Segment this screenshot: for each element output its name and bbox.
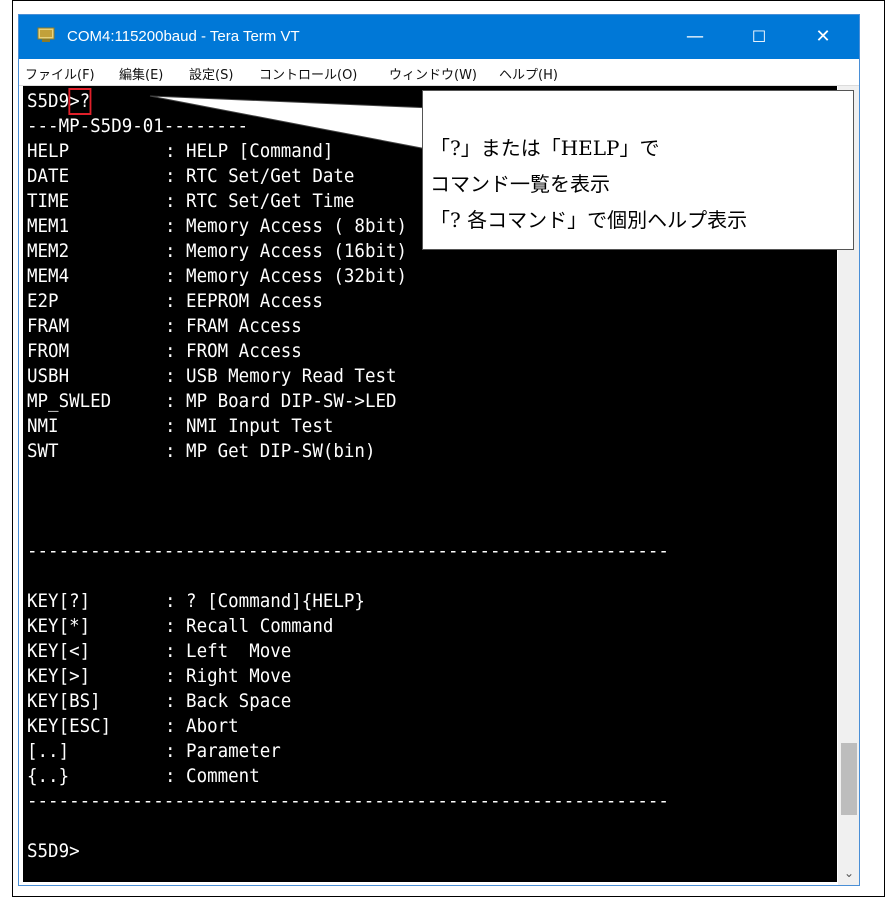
- command-description: : RTC Set/Get Time: [165, 190, 355, 212]
- terminal-divider: ----------------------------------------…: [27, 540, 669, 562]
- menu-settings[interactable]: 設定(S): [189, 64, 233, 83]
- key-description: : Left Move: [165, 640, 292, 662]
- command-description: : FROM Access: [165, 340, 302, 362]
- terminal-header: ---MP-S5D9-01--------: [27, 115, 249, 137]
- key-description: : Comment: [165, 765, 260, 787]
- key-name: KEY[BS]: [27, 690, 101, 712]
- command-name: E2P: [27, 290, 59, 312]
- command-description: : HELP [Command]: [165, 140, 334, 162]
- scrollbar-thumb[interactable]: [841, 743, 857, 815]
- key-name: KEY[>]: [27, 665, 91, 687]
- maximize-button[interactable]: ☐: [733, 15, 785, 59]
- command-row: MEM1 : Memory Access ( 8bit): [27, 214, 407, 239]
- command-name: USBH: [27, 365, 70, 387]
- key-description: : Right Move: [165, 665, 292, 687]
- command-row: SWT : MP Get DIP-SW(bin): [27, 439, 375, 464]
- key-description: : Parameter: [165, 740, 281, 762]
- key-row: KEY[>] : Right Move: [27, 664, 291, 689]
- close-button[interactable]: ✕: [797, 15, 849, 59]
- command-row: MEM2 : Memory Access (16bit): [27, 239, 407, 264]
- command-row: FROM : FROM Access: [27, 339, 302, 364]
- key-row: KEY[*] : Recall Command: [27, 614, 333, 639]
- command-name: FROM: [27, 340, 70, 362]
- command-description: : MP Board DIP-SW->LED: [165, 390, 397, 412]
- window-title: COM4:115200baud - Tera Term VT: [67, 28, 300, 45]
- command-row: MEM4 : Memory Access (32bit): [27, 264, 407, 289]
- tera-term-app-icon: [37, 27, 55, 42]
- menu-file[interactable]: ファイル(F): [25, 64, 95, 83]
- key-name: KEY[<]: [27, 640, 91, 662]
- menu-window[interactable]: ウィンドウ(W): [389, 64, 477, 83]
- key-row: {..} : Comment: [27, 764, 260, 789]
- terminal-final-prompt: S5D9>: [27, 840, 80, 862]
- callout-line-3: 「? 各コマンド」で個別ヘルプ表示: [430, 208, 748, 232]
- command-row: FRAM : FRAM Access: [27, 314, 302, 339]
- command-name: HELP: [27, 140, 70, 162]
- callout-line-2: コマンド一覧を表示: [430, 172, 610, 196]
- command-row: DATE : RTC Set/Get Date: [27, 164, 354, 189]
- command-name: FRAM: [27, 315, 70, 337]
- command-row: E2P : EEPROM Access: [27, 289, 323, 314]
- command-name: MEM2: [27, 240, 70, 262]
- command-row: HELP : HELP [Command]: [27, 139, 333, 164]
- terminal-prompt-line: S5D9>?: [27, 88, 92, 115]
- title-bar[interactable]: COM4:115200baud - Tera Term VT — ☐ ✕: [19, 15, 859, 59]
- command-name: SWT: [27, 440, 59, 462]
- command-row: NMI : NMI Input Test: [27, 414, 333, 439]
- command-description: : USB Memory Read Test: [165, 365, 397, 387]
- command-name: MP_SWLED: [27, 390, 112, 412]
- prompt-input-highlight: >?: [68, 88, 92, 115]
- key-description: : Abort: [165, 715, 239, 737]
- help-callout: 「?」または「HELP」で コマンド一覧を表示 「? 各コマンド」で個別ヘルプ表…: [410, 90, 854, 260]
- key-row: KEY[ESC] : Abort: [27, 714, 239, 739]
- command-description: : Memory Access (16bit): [165, 240, 408, 262]
- command-row: USBH : USB Memory Read Test: [27, 364, 397, 389]
- callout-line-1: 「?」または「HELP」で: [430, 136, 660, 160]
- key-name: KEY[?]: [27, 590, 91, 612]
- key-name: {..}: [27, 765, 70, 787]
- command-name: DATE: [27, 165, 70, 187]
- key-name: [..]: [27, 740, 70, 762]
- command-description: : MP Get DIP-SW(bin): [165, 440, 376, 462]
- menu-bar: ファイル(F) 編集(E) 設定(S) コントロール(O) ウィンドウ(W) ヘ…: [19, 59, 859, 86]
- command-description: : RTC Set/Get Date: [165, 165, 355, 187]
- command-row: TIME : RTC Set/Get Time: [27, 189, 354, 214]
- menu-help[interactable]: ヘルプ(H): [499, 64, 558, 83]
- key-row: [..] : Parameter: [27, 739, 281, 764]
- command-name: NMI: [27, 415, 59, 437]
- key-description: : Back Space: [165, 690, 292, 712]
- key-row: KEY[?] : ? [Command]{HELP}: [27, 589, 365, 614]
- key-description: : Recall Command: [165, 615, 334, 637]
- command-description: : EEPROM Access: [165, 290, 323, 312]
- scroll-down-arrow-icon[interactable]: ⌄: [840, 864, 858, 882]
- prompt-host: S5D9: [27, 90, 70, 112]
- key-name: KEY[*]: [27, 615, 91, 637]
- key-row: KEY[BS] : Back Space: [27, 689, 291, 714]
- menu-control[interactable]: コントロール(O): [259, 64, 357, 83]
- key-name: KEY[ESC]: [27, 715, 112, 737]
- command-name: MEM1: [27, 215, 70, 237]
- command-description: : Memory Access (32bit): [165, 265, 408, 287]
- minimize-button[interactable]: —: [669, 15, 721, 59]
- key-row: KEY[<] : Left Move: [27, 639, 291, 664]
- menu-edit[interactable]: 編集(E): [119, 64, 163, 83]
- command-description: : Memory Access ( 8bit): [165, 215, 408, 237]
- command-name: TIME: [27, 190, 70, 212]
- command-name: MEM4: [27, 265, 70, 287]
- key-description: : ? [Command]{HELP}: [165, 590, 365, 612]
- terminal-divider-bottom: ----------------------------------------…: [27, 790, 669, 812]
- command-description: : FRAM Access: [165, 315, 302, 337]
- command-row: MP_SWLED : MP Board DIP-SW->LED: [27, 389, 397, 414]
- command-description: : NMI Input Test: [165, 415, 334, 437]
